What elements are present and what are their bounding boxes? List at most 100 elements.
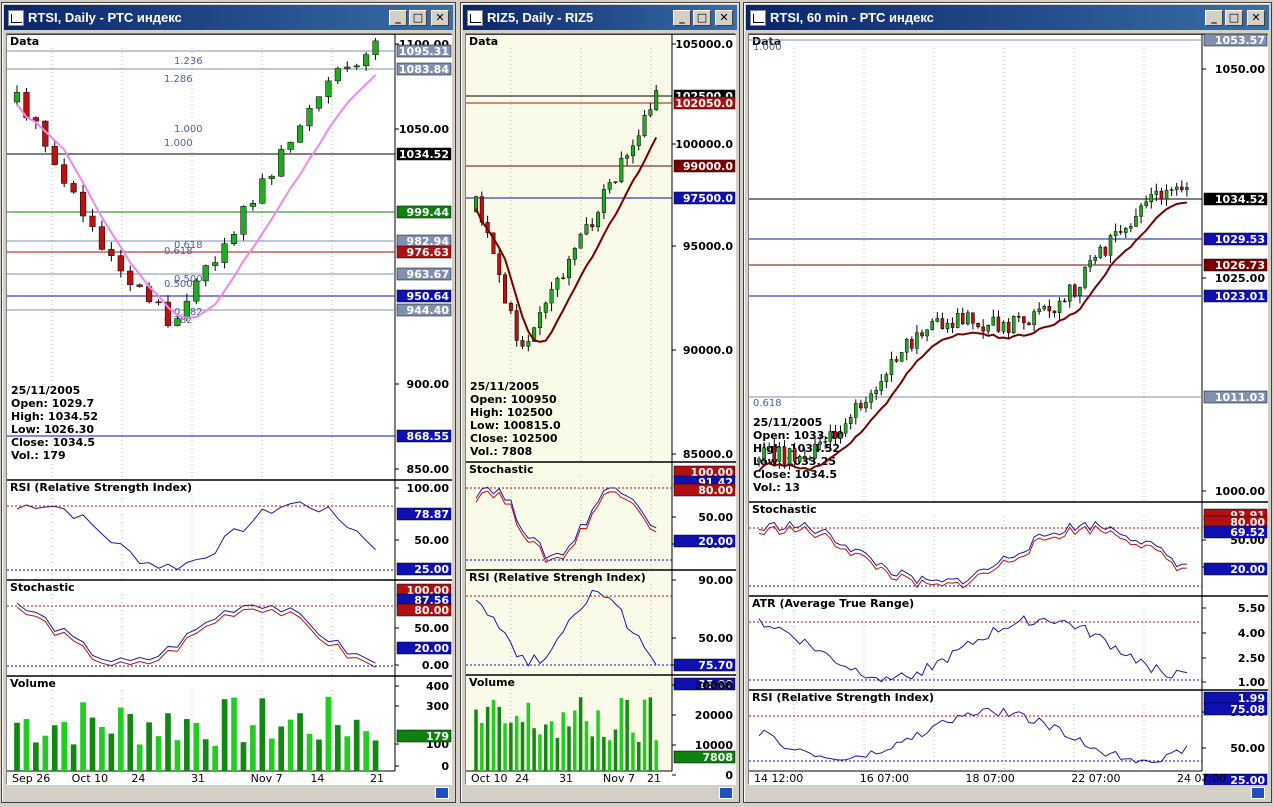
- chart-client[interactable]: Data 105000.0 100000.0 95000.0 90000.0 85000.…: [465, 33, 736, 785]
- candle-body: [315, 96, 323, 109]
- candle-body: [981, 326, 985, 332]
- candle-body: [372, 40, 379, 55]
- minimize-button[interactable]: _: [389, 9, 407, 26]
- pane-label: Data: [469, 35, 498, 48]
- info-line: High: 102500: [470, 406, 553, 419]
- candle-body: [202, 265, 209, 282]
- maximize-button[interactable]: □: [409, 9, 427, 26]
- candle-body: [497, 253, 502, 276]
- volume-bar: [344, 736, 351, 771]
- tick-label: 1025.00: [1215, 272, 1265, 285]
- candle-body: [966, 312, 970, 325]
- tile-icon[interactable]: [435, 787, 449, 799]
- candle-body: [584, 224, 589, 235]
- x-tick-label: Oct 10: [471, 772, 508, 785]
- candle-body: [945, 322, 950, 329]
- maximize-button[interactable]: □: [1225, 9, 1243, 26]
- candle-body: [1067, 284, 1072, 302]
- chart-client[interactable]: Data 1100.00 1050.00 900.00 850.00 1095.31 108…: [6, 33, 452, 785]
- volume-bar: [619, 697, 624, 771]
- volume-bar: [259, 698, 266, 771]
- tick-label: 1050.00: [399, 123, 449, 136]
- candle-body: [1017, 316, 1021, 318]
- price-tag-label: 1053.57: [1215, 34, 1265, 47]
- pane-label: RSI (Relative Strength Index): [10, 481, 192, 494]
- pane-label: Stochastic: [469, 463, 534, 476]
- price-tag-label: 1034.52: [1215, 193, 1265, 206]
- minimize-button[interactable]: _: [1205, 9, 1223, 26]
- x-tick-label: 14 12:00: [754, 772, 803, 785]
- chart-canvas[interactable]: Data1050.001025.001000.001053.571034.521…: [749, 33, 1268, 787]
- candle-body: [1022, 316, 1026, 324]
- tick-label: 95000.0: [683, 240, 733, 253]
- pane-label: Stochastic: [10, 581, 75, 594]
- tile-icon[interactable]: [1251, 787, 1265, 799]
- tick-label: 0: [725, 769, 733, 782]
- title-bar[interactable]: RTSI, Daily - РТС индекс _ □ ✕: [4, 5, 453, 30]
- candle-body: [1037, 308, 1041, 312]
- fib-label: 1.236: [174, 56, 203, 67]
- candle-body: [567, 259, 571, 279]
- candle-body: [869, 393, 873, 403]
- close-button[interactable]: ✕: [1247, 9, 1265, 26]
- candle-body: [287, 141, 294, 150]
- title-bar[interactable]: RTSI, 60 min - РТС индекс _ □ ✕: [746, 5, 1269, 30]
- candle-body: [630, 145, 635, 157]
- minimize-button[interactable]: _: [673, 9, 691, 26]
- volume-bar: [625, 699, 629, 771]
- fib-label: 0.618: [753, 398, 782, 409]
- title-bar[interactable]: RIZ5, Daily - RIZ5 _ □ ✕: [463, 5, 737, 30]
- chart-canvas[interactable]: Data 105000.0 100000.0 95000.0 90000.0 85000.…: [466, 33, 736, 785]
- price-tag-label: 25.00: [414, 563, 449, 576]
- candle-body: [79, 191, 87, 217]
- close-button[interactable]: ✕: [715, 9, 733, 26]
- tick-label: 850.00: [407, 463, 450, 476]
- candle-body: [879, 381, 884, 391]
- candle-body: [777, 446, 782, 462]
- status-bar: [463, 786, 737, 800]
- price-tag-label: 963.67: [407, 268, 449, 281]
- candle-body: [601, 189, 606, 213]
- candle-body: [1088, 260, 1092, 268]
- candle-body: [1154, 190, 1159, 195]
- fib-label: 1.286: [164, 74, 193, 85]
- volume-bar: [80, 702, 86, 771]
- volume-bar: [70, 744, 77, 771]
- price-tag-label: 25.00: [1230, 774, 1265, 785]
- info-line: 25/11/2005: [470, 380, 539, 393]
- candle-body: [1134, 216, 1138, 227]
- x-tick-label: Sep 26: [12, 772, 50, 785]
- chart-app-icon: [750, 9, 766, 26]
- chart-canvas[interactable]: Data 1100.001050.00900.00850.001095.31108…: [7, 33, 452, 785]
- candle-body: [596, 212, 601, 228]
- candle-body: [325, 80, 332, 97]
- candle-body: [996, 316, 1001, 332]
- candle-body: [848, 417, 853, 424]
- volume-bar: [631, 732, 635, 771]
- volume-bar: [590, 736, 594, 771]
- price-tag-label: 69.52: [1230, 526, 1265, 539]
- info-line: Close: 1034.5: [11, 436, 95, 449]
- volume-bar: [136, 744, 143, 771]
- volume-bar: [212, 745, 218, 771]
- candle-body: [363, 54, 370, 67]
- close-button[interactable]: ✕: [431, 9, 449, 26]
- volume-bar: [596, 710, 600, 771]
- volume-bar: [165, 713, 171, 771]
- candle-body: [537, 312, 542, 329]
- tick-label: 4.00: [1238, 627, 1265, 640]
- window-rtsi-60min[interactable]: RTSI, 60 min - РТС индекс _ □ ✕ Data 1050…: [743, 2, 1272, 803]
- chart-client[interactable]: Data 1050.00 1025.00 1000.00 1053.57 1034.52 1…: [748, 33, 1268, 787]
- tile-icon[interactable]: [719, 787, 733, 799]
- candle-body: [353, 65, 360, 68]
- volume-bar: [497, 706, 501, 771]
- volume-bar: [613, 729, 618, 771]
- volume-bar: [607, 740, 612, 771]
- info-line: Low: 1026.30: [11, 423, 94, 436]
- window-rtsi-daily[interactable]: RTSI, Daily - РТС индекс _ □ ✕ Data 1100.…: [1, 2, 456, 803]
- candle-body: [526, 341, 531, 347]
- window-title: RTSI, 60 min - РТС индекс: [770, 10, 934, 25]
- maximize-button[interactable]: □: [693, 9, 711, 26]
- tick-label: 2.50: [1238, 652, 1265, 665]
- window-riz5-daily[interactable]: RIZ5, Daily - RIZ5 _ □ ✕ Data 105000.0 100…: [460, 2, 740, 803]
